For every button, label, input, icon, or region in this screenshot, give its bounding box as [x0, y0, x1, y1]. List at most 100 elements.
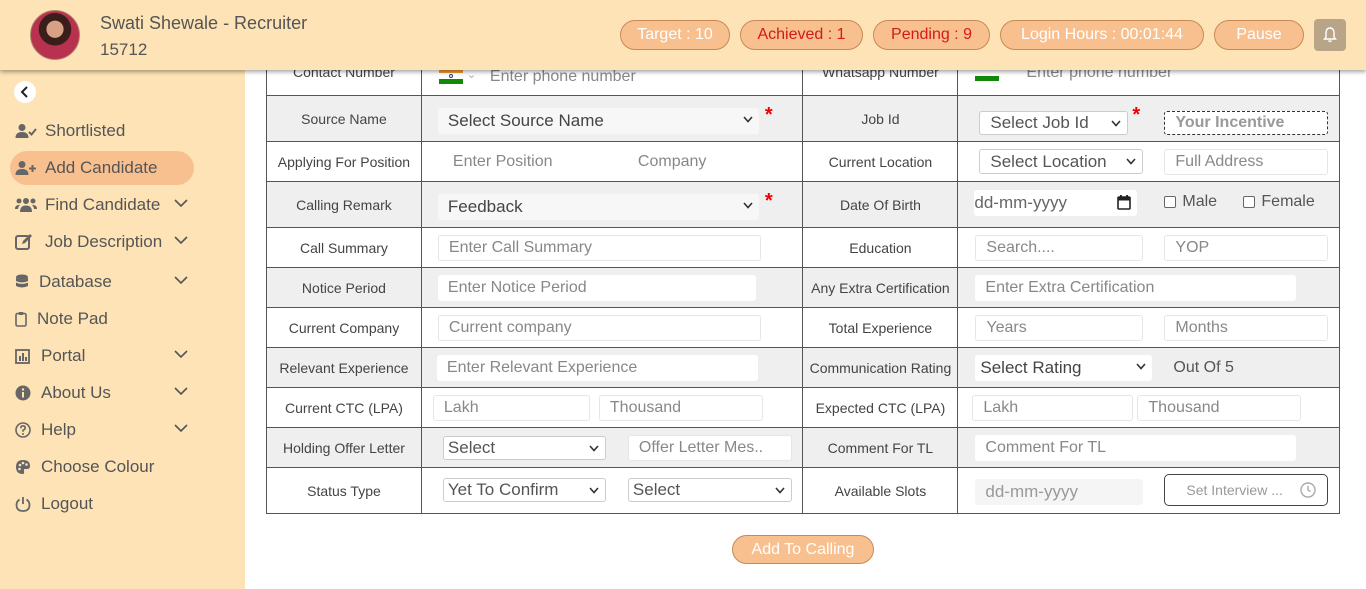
call-summary-label: Call Summary	[266, 227, 422, 268]
available-slots-cell: dd-mm-yyyy Set Interview ...	[957, 467, 1340, 514]
total-experience-label: Total Experience	[802, 307, 959, 348]
candidate-form: Contact Number ⌄ Enter phone number * Wh…	[266, 54, 1340, 514]
status-type-label: Status Type	[266, 467, 422, 514]
male-checkbox[interactable]: Male	[1164, 193, 1217, 211]
months-input[interactable]: Months	[1164, 315, 1329, 341]
calendar-icon[interactable]	[1117, 195, 1132, 210]
holding-offer-cell: Select Offer Letter Mes..	[420, 427, 804, 468]
form-row: Calling Remark Feedback * Date Of Birth …	[266, 181, 1340, 228]
current-ctc-thousand-input[interactable]: Thousand	[598, 395, 763, 421]
available-slots-label: Available Slots	[802, 467, 959, 514]
sidebar-item-label: Add Candidate	[45, 158, 158, 177]
position-input[interactable]: Enter Position	[442, 149, 613, 175]
communication-rating-cell: Select Rating Out Of 5	[957, 347, 1340, 388]
collapse-sidebar-button[interactable]	[14, 81, 36, 103]
sidebar-item-job-description[interactable]: Job Description	[10, 225, 194, 259]
incentive-input[interactable]: Your Incentive	[1164, 111, 1329, 135]
chevron-down-icon	[775, 487, 785, 494]
source-name-label: Source Name	[266, 95, 422, 142]
location-select[interactable]: Select Location	[979, 149, 1144, 174]
source-name-cell: Select Source Name *	[420, 95, 804, 142]
female-label: Female	[1261, 193, 1315, 210]
sidebar-item-note-pad[interactable]: Note Pad	[10, 302, 194, 336]
extra-certification-cell: Enter Extra Certification	[957, 267, 1340, 308]
expected-ctc-lakh-input[interactable]: Lakh	[972, 395, 1134, 421]
chart-icon	[15, 347, 33, 365]
sidebar-item-label: Logout	[41, 494, 93, 513]
calling-remark-select[interactable]: Feedback	[437, 194, 759, 220]
notice-period-input[interactable]: Enter Notice Period	[437, 275, 756, 301]
female-checkbox[interactable]: Female	[1243, 193, 1315, 211]
pause-button[interactable]: Pause	[1214, 20, 1304, 50]
chevron-down-icon	[743, 202, 753, 209]
avatar[interactable]	[30, 10, 80, 60]
add-to-calling-button[interactable]: Add To Calling	[732, 535, 874, 564]
education-search-input[interactable]: Search....	[975, 235, 1144, 261]
sidebar-item-about-us[interactable]: About Us	[10, 376, 194, 410]
sidebar-item-logout[interactable]: Logout	[10, 487, 194, 521]
calling-remark-cell: Feedback *	[420, 181, 804, 228]
full-address-input[interactable]: Full Address	[1164, 149, 1329, 175]
position-cell: Enter Position Company	[420, 141, 804, 182]
yop-input[interactable]: YOP	[1164, 235, 1329, 261]
rating-value: Select Rating	[980, 358, 1082, 377]
sidebar-item-portal[interactable]: Portal	[10, 339, 194, 373]
relevant-experience-cell: Enter Relevant Experience	[420, 347, 804, 388]
years-input[interactable]: Years	[975, 315, 1144, 341]
sidebar-item-label: Help	[41, 420, 76, 439]
job-id-select[interactable]: Select Job Id	[979, 111, 1129, 135]
holding-offer-select[interactable]: Select	[442, 436, 606, 460]
current-company-input[interactable]: Current company	[437, 315, 761, 341]
sidebar-item-add-candidate[interactable]: Add Candidate	[10, 151, 194, 185]
location-cell: Select Location Full Address	[957, 141, 1340, 182]
status-secondary-select[interactable]: Select	[627, 478, 792, 502]
slot-date-input[interactable]: dd-mm-yyyy	[975, 479, 1144, 505]
chevron-left-icon	[20, 86, 28, 98]
source-name-value: Select Source Name	[447, 111, 604, 130]
offer-letter-message-input[interactable]: Offer Letter Mes..	[627, 435, 792, 461]
current-company-cell: Current company	[420, 307, 804, 348]
notice-period-cell: Enter Notice Period	[420, 267, 804, 308]
job-id-cell: Select Job Id * Your Incentive	[957, 95, 1340, 142]
current-ctc-cell: Lakh Thousand	[420, 387, 804, 428]
status-type-cell: Yet To Confirm Select	[420, 467, 804, 514]
power-icon	[15, 495, 33, 513]
company-input[interactable]: Company	[627, 149, 778, 175]
extra-certification-label: Any Extra Certification	[802, 267, 959, 308]
applying-position-label: Applying For Position	[266, 141, 422, 182]
rating-select[interactable]: Select Rating	[975, 355, 1153, 381]
sidebar-item-label: Choose Colour	[41, 457, 155, 476]
extra-certification-input[interactable]: Enter Extra Certification	[975, 275, 1297, 301]
current-ctc-lakh-input[interactable]: Lakh	[432, 395, 590, 421]
source-name-select[interactable]: Select Source Name	[437, 108, 759, 134]
dob-input[interactable]: dd-mm-yyyy	[974, 190, 1138, 216]
required-marker: *	[764, 104, 773, 126]
sidebar-item-label: Note Pad	[37, 309, 108, 328]
relevant-experience-input[interactable]: Enter Relevant Experience	[436, 355, 758, 381]
required-marker: *	[764, 190, 773, 212]
form-row: Current CTC (LPA) Lakh Thousand Expected…	[266, 387, 1340, 428]
chevron-down-icon	[174, 350, 188, 359]
notification-button[interactable]	[1314, 19, 1346, 51]
education-label: Education	[802, 227, 959, 268]
set-interview-time-input[interactable]: Set Interview ...	[1164, 474, 1329, 506]
sidebar-item-database[interactable]: Database	[10, 265, 194, 299]
holding-offer-value: Select	[447, 438, 496, 457]
sidebar-item-help[interactable]: Help	[10, 413, 194, 447]
chevron-down-icon	[1126, 158, 1136, 165]
expected-ctc-label: Expected CTC (LPA)	[802, 387, 959, 428]
sidebar-item-choose-colour[interactable]: Choose Colour	[10, 450, 194, 484]
expected-ctc-thousand-input[interactable]: Thousand	[1137, 395, 1302, 421]
job-id-label: Job Id	[802, 95, 959, 142]
login-hours-badge: Login Hours : 00:01:44	[1000, 20, 1204, 50]
sidebar-item-shortlisted[interactable]: Shortlisted	[10, 114, 194, 148]
call-summary-input[interactable]: Enter Call Summary	[437, 235, 761, 261]
status-type-select[interactable]: Yet To Confirm	[442, 478, 606, 502]
sidebar-item-label: Shortlisted	[45, 121, 126, 140]
sidebar-item-label: Database	[39, 272, 112, 291]
comment-tl-input[interactable]: Comment For TL	[975, 435, 1297, 461]
chevron-down-icon	[589, 487, 599, 494]
comment-tl-cell: Comment For TL	[957, 427, 1340, 468]
chevron-down-icon	[1136, 363, 1146, 370]
sidebar-item-find-candidate[interactable]: Find Candidate	[10, 188, 194, 222]
